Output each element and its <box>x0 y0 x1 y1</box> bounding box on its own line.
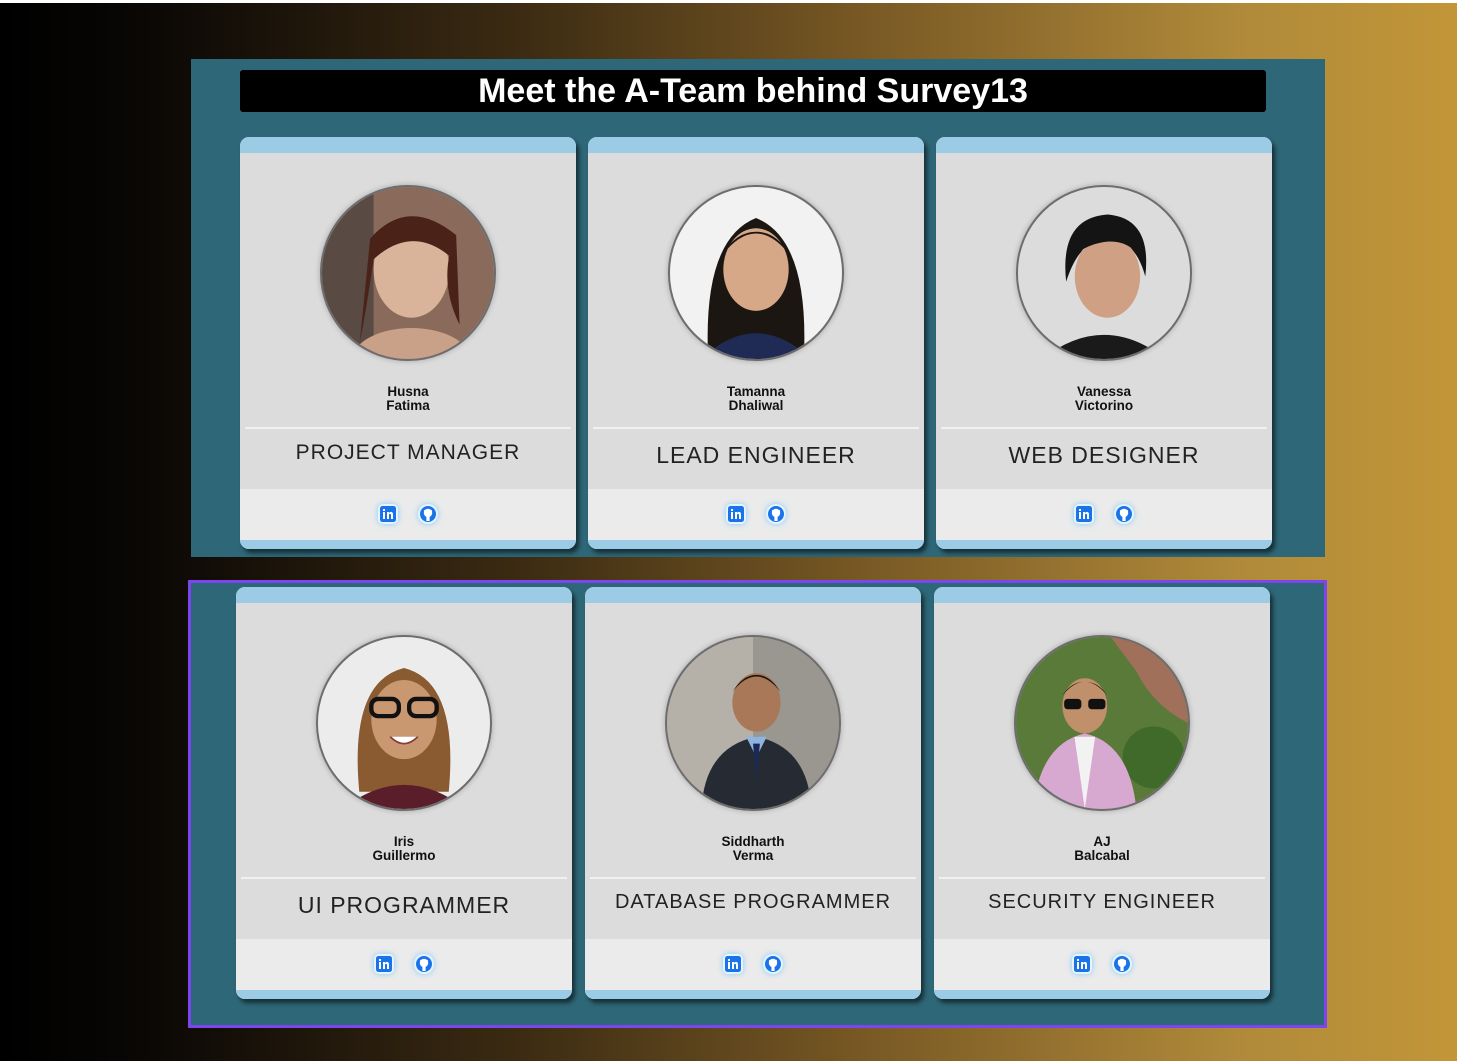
github-icon[interactable] <box>1114 504 1134 524</box>
card-footer <box>236 939 572 990</box>
card-footer <box>936 489 1272 540</box>
member-last-name: Victorino <box>1074 398 1134 413</box>
card-footer <box>934 939 1270 990</box>
member-role: DATABASE PROGRAMMER <box>614 891 892 913</box>
github-icon[interactable] <box>766 504 786 524</box>
github-icon[interactable] <box>418 504 438 524</box>
card-top-cap <box>585 587 921 603</box>
github-icon[interactable] <box>414 954 434 974</box>
member-last-name: Dhaliwal <box>728 398 784 413</box>
card-bottom-cap <box>240 540 576 549</box>
member-first-name: Siddharth <box>721 834 785 849</box>
card-divider <box>245 427 571 429</box>
card-footer <box>588 489 924 540</box>
profile-photo <box>1016 185 1192 361</box>
card-footer <box>240 489 576 540</box>
card-divider <box>939 877 1265 879</box>
card-bottom-cap <box>936 540 1272 549</box>
team-card-husna-fatima: Husna Fatima PROJECT MANAGER <box>240 137 576 549</box>
member-name: Siddharth Verma <box>585 835 921 863</box>
card-top-cap <box>936 137 1272 153</box>
member-first-name: Iris <box>393 834 415 849</box>
card-divider <box>590 877 916 879</box>
card-bottom-cap <box>585 990 921 999</box>
top-strip <box>0 0 1457 3</box>
team-card-aj-balcabal: AJ Balcabal SECURITY ENGINEER <box>934 587 1270 999</box>
member-role: SECURITY ENGINEER <box>988 891 1216 913</box>
member-first-name: Husna <box>387 384 429 399</box>
github-icon[interactable] <box>1112 954 1132 974</box>
card-bottom-cap <box>934 990 1270 999</box>
card-footer <box>585 939 921 990</box>
member-role: PROJECT MANAGER <box>295 441 521 464</box>
linkedin-icon[interactable] <box>378 504 398 524</box>
team-card-iris-guillermo: Iris Guillermo UI PROGRAMMER <box>236 587 572 999</box>
linkedin-icon[interactable] <box>723 954 743 974</box>
member-name: Iris Guillermo <box>236 835 572 863</box>
member-name: Husna Fatima <box>240 385 576 413</box>
linkedin-icon[interactable] <box>1074 504 1094 524</box>
member-name: Tamanna Dhaliwal <box>588 385 924 413</box>
profile-photo <box>665 635 841 811</box>
card-top-cap <box>240 137 576 153</box>
profile-photo <box>668 185 844 361</box>
card-divider <box>593 427 919 429</box>
member-role: LEAD ENGINEER <box>656 442 856 468</box>
team-card-tamanna-dhaliwal: Tamanna Dhaliwal LEAD ENGINEER <box>588 137 924 549</box>
member-last-name: Guillermo <box>372 848 436 863</box>
linkedin-icon[interactable] <box>374 954 394 974</box>
member-last-name: Verma <box>732 848 774 863</box>
github-icon[interactable] <box>763 954 783 974</box>
member-role: WEB DESIGNER <box>1008 442 1200 468</box>
linkedin-icon[interactable] <box>1072 954 1092 974</box>
profile-photo <box>316 635 492 811</box>
member-name: Vanessa Victorino <box>936 385 1272 413</box>
card-divider <box>241 877 567 879</box>
member-last-name: Balcabal <box>1074 848 1130 863</box>
member-last-name: Fatima <box>386 398 430 413</box>
member-first-name: Vanessa <box>1076 384 1132 399</box>
card-divider <box>941 427 1267 429</box>
member-first-name: Tamanna <box>726 384 786 399</box>
profile-photo <box>320 185 496 361</box>
card-bottom-cap <box>236 990 572 999</box>
member-role: UI PROGRAMMER <box>297 892 511 918</box>
team-card-siddharth-verma: Siddharth Verma DATABASE PROGRAMMER <box>585 587 921 999</box>
card-top-cap <box>934 587 1270 603</box>
member-first-name: AJ <box>1093 834 1111 849</box>
profile-photo <box>1014 635 1190 811</box>
card-bottom-cap <box>588 540 924 549</box>
team-card-vanessa-victorino: Vanessa Victorino WEB DESIGNER <box>936 137 1272 549</box>
page-title: Meet the A-Team behind Survey13 <box>240 70 1266 112</box>
card-top-cap <box>236 587 572 603</box>
member-name: AJ Balcabal <box>934 835 1270 863</box>
card-top-cap <box>588 137 924 153</box>
linkedin-icon[interactable] <box>726 504 746 524</box>
